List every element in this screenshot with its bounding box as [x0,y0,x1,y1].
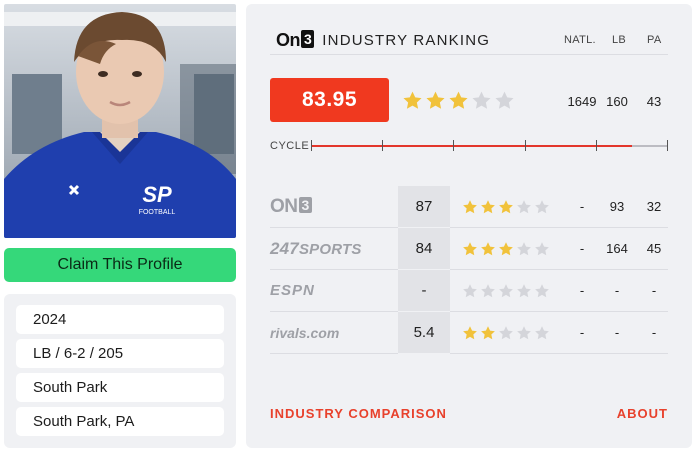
on3-logo-on: On [276,29,301,50]
on3-service-logo-icon: ON 3 [270,186,312,227]
cycle-tick [667,140,668,151]
star-empty-icon [517,326,531,340]
star-empty-icon [535,200,549,214]
star-empty-icon [472,91,491,109]
cycle-progress-fill [311,145,633,147]
espn-logo-text: ESPN [270,282,315,299]
service-score: 84 [398,228,450,269]
on3-logo-three: 3 [301,29,315,48]
col-head-state: PA [647,34,662,46]
service-natl-rank: - [579,241,585,256]
industry-comparison-link[interactable]: INDUSTRY COMPARISON [270,406,447,421]
service-state-rank: 32 [646,199,662,214]
247-logo-word: SPORTS [298,240,362,258]
info-position-size: LB / 6-2 / 205 [16,339,224,368]
about-link[interactable]: ABOUT [617,406,668,421]
star-filled-icon [481,326,495,340]
service-star-rating [462,283,550,299]
cycle-tick [382,140,383,151]
star-empty-icon [517,200,531,214]
service-star-rating [462,241,550,257]
col-head-natl: NATL. [564,34,596,46]
on3-logo-three: 3 [298,196,312,213]
service-star-rating [462,325,550,341]
col-head-pos: LB [612,34,627,46]
panel-header: On 3 INDUSTRY RANKING [276,29,490,51]
star-filled-icon [499,200,513,214]
star-filled-icon [481,242,495,256]
247-logo-number: 247 [270,238,299,258]
industry-score-badge: 83.95 [270,78,389,122]
jersey-logo-subtext: FOOTBALL [139,209,176,216]
star-filled-icon [481,200,495,214]
star-empty-icon [499,326,513,340]
service-score: - [398,270,450,311]
service-pos-rank: 164 [606,241,628,256]
star-empty-icon [463,284,477,298]
star-empty-icon [495,91,514,109]
service-pos-rank: - [614,283,620,298]
industry-natl-rank[interactable]: 1649 [562,94,602,109]
service-pos-rank: - [614,325,620,340]
service-score: 87 [398,186,450,227]
star-empty-icon [499,284,513,298]
on3-logo-text: ON [270,195,298,217]
star-empty-icon [517,284,531,298]
cycle-tick [525,140,526,151]
rivals-logo-icon: rivals.com [270,312,339,353]
service-state-rank: - [651,325,657,340]
star-filled-icon [449,91,468,109]
star-filled-icon [426,91,445,109]
service-natl-rank: - [579,283,585,298]
service-state-rank: - [651,283,657,298]
info-hometown[interactable]: South Park, PA [16,407,224,436]
star-filled-icon [463,326,477,340]
row-divider [270,353,668,354]
service-natl-rank: - [579,325,585,340]
industry-pos-rank[interactable]: 160 [603,94,631,109]
star-empty-icon [481,284,495,298]
player-photo: SP FOOTBALL [4,4,236,238]
service-row-247sports[interactable]: 247SPORTS 84 - 164 45 [270,228,668,270]
industry-ranking-panel: On 3 INDUSTRY RANKING NATL. LB PA 83.95 1… [246,4,692,448]
player-info-card: 2024 LB / 6-2 / 205 South Park South Par… [4,294,236,448]
header-divider [270,54,668,55]
service-state-rank: 45 [646,241,662,256]
service-star-rating [462,199,550,215]
star-filled-icon [463,242,477,256]
cycle-label: CYCLE [270,140,310,152]
info-class-year: 2024 [16,305,224,334]
cycle-timeline [311,140,668,151]
service-score: 5.4 [398,312,450,353]
service-natl-rank: - [579,199,585,214]
service-pos-rank: 93 [609,199,625,214]
star-filled-icon [499,242,513,256]
star-empty-icon [535,326,549,340]
espn-logo-icon: ESPN [270,270,315,311]
info-school[interactable]: South Park [16,373,224,402]
star-empty-icon [535,284,549,298]
cycle-tick [453,140,454,151]
service-row-rivals[interactable]: rivals.com 5.4 - - - [270,312,668,354]
cycle-tick [311,140,312,151]
on3-logo-icon: On 3 [276,29,315,51]
service-row-espn[interactable]: ESPN - - - - [270,270,668,312]
industry-state-rank[interactable]: 43 [641,94,667,109]
claim-profile-button[interactable]: Claim This Profile [4,248,236,282]
service-row-on3[interactable]: ON 3 87 - 93 32 [270,186,668,228]
star-empty-icon [517,242,531,256]
rivals-logo-text: rivals.com [270,324,340,341]
panel-title: INDUSTRY RANKING [322,31,491,49]
247sports-logo-icon: 247SPORTS [270,228,362,269]
jersey-logo-text: SP [142,182,172,207]
star-filled-icon [463,200,477,214]
cycle-tick [596,140,597,151]
star-empty-icon [535,242,549,256]
industry-star-rating [402,90,515,111]
star-filled-icon [403,91,422,109]
